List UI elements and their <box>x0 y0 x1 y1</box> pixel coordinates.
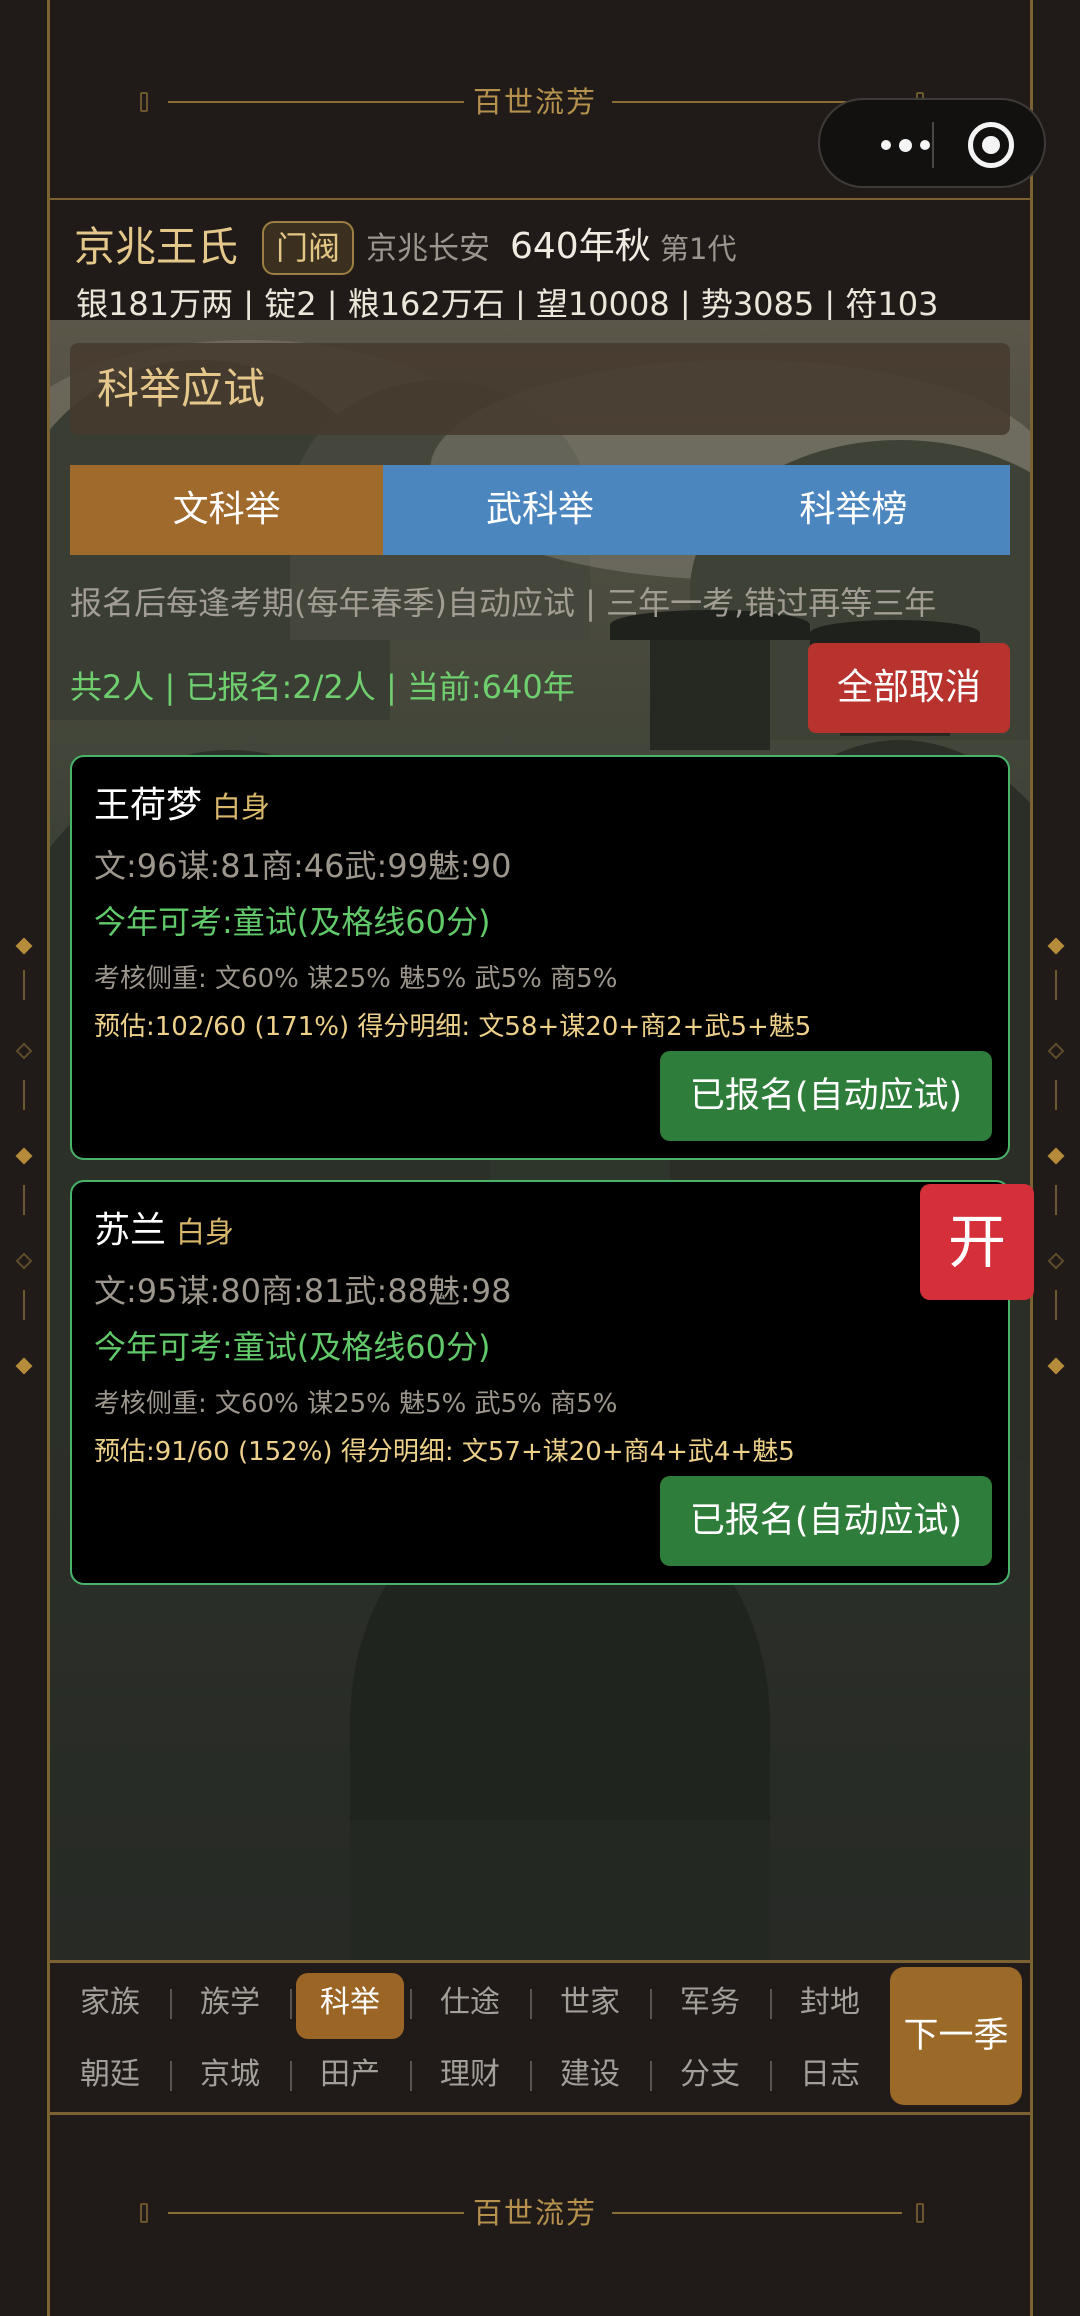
clan-header: 京兆王氏 门阀 京兆长安 640年秋 第1代 银181万两 | 锭2 | 粮16… <box>50 200 1030 323</box>
section-title: 科举应试 <box>97 364 266 413</box>
right-ornament <box>1036 930 1076 1380</box>
candidate-attributes: 文:95谋:80商:81武:88魅:98 <box>94 1272 512 1310</box>
nav-item-noble-families[interactable]: 世家 <box>530 1973 650 2033</box>
location-text: 京兆长安 <box>366 231 490 267</box>
eligible-exam: 今年可考:童试(及格线60分) <box>94 1328 491 1366</box>
candidate-card: 苏兰 白身 文:95谋:80商:81武:88魅:98 今年可考:童试(及格线60分… <box>70 1180 1010 1585</box>
more-dots-icon[interactable] <box>850 130 960 160</box>
nav-item-farmland[interactable]: 田产 <box>290 2045 410 2105</box>
nav-item-family[interactable]: 家族 <box>50 1973 170 2033</box>
tab-civil-exam[interactable]: 文科举 <box>70 465 384 555</box>
bottom-nav: 家族 族学 科举 仕途 世家 军务 封地 朝廷 京城 田产 理财 建设 分支 日… <box>50 1960 1030 2112</box>
next-season-button[interactable]: 下一季 <box>890 1967 1022 2105</box>
rank-badge: 门阀 <box>262 221 355 275</box>
candidate-name-row: 苏兰 白身 <box>94 1206 234 1257</box>
candidate-card: 王荷梦 白身 文:96谋:81商:46武:99魅:90 今年可考:童试(及格线60… <box>70 755 1010 1160</box>
nav-item-court[interactable]: 朝廷 <box>50 2045 170 2105</box>
score-estimate: 预估:102/60 (171%) 得分明细: 文58+谋20+商2+武5+魅5 <box>94 1012 812 1042</box>
year-season: 640年秋 <box>510 226 651 267</box>
nav-item-capital[interactable]: 京城 <box>170 2045 290 2105</box>
registration-summary: 共2人 | 已报名:2/2人 | 当前:640年 <box>70 668 575 706</box>
candidate-name: 王荷梦 <box>94 785 203 826</box>
generation-text: 第1代 <box>660 232 737 266</box>
candidate-name-row: 王荷梦 白身 <box>94 781 270 832</box>
candidate-name: 苏兰 <box>94 1210 167 1251</box>
eligible-exam: 今年可考:童试(及格线60分) <box>94 903 491 941</box>
section-title-bar: 科举应试 <box>70 343 1010 435</box>
nav-item-clan-school[interactable]: 族学 <box>170 1973 290 2033</box>
nav-item-branch[interactable]: 分支 <box>650 2045 770 2105</box>
left-ornament <box>4 930 44 1380</box>
nav-item-exam[interactable]: 科举 <box>290 1973 410 2039</box>
tab-military-exam[interactable]: 武科举 <box>383 465 697 555</box>
nav-item-career[interactable]: 仕途 <box>410 1973 530 2033</box>
nav-item-construction[interactable]: 建设 <box>530 2045 650 2105</box>
exam-tabs: 文科举 武科举 科举榜 <box>70 465 1010 555</box>
candidate-attributes: 文:96谋:81商:46武:99魅:90 <box>94 847 512 885</box>
top-banner: 百世流芳 <box>140 82 930 122</box>
clan-name: 京兆王氏 <box>74 223 238 271</box>
app-screen: 百世流芳 京兆王氏 门阀 京兆长安 640年秋 第1代 银181万两 | 锭2 … <box>0 0 1080 2316</box>
frame-right-line <box>1030 0 1033 2316</box>
tab-exam-ranking[interactable]: 科举榜 <box>696 465 1010 555</box>
candidate-status: 白身 <box>176 1215 235 1249</box>
exam-weights: 考核侧重: 文60% 谋25% 魅5% 武5% 商5% <box>94 1389 618 1419</box>
candidate-status: 白身 <box>212 790 271 824</box>
miniprogram-capsule <box>818 98 1046 188</box>
nav-item-military[interactable]: 军务 <box>650 1973 770 2033</box>
frame-bottom-divider <box>47 2112 1033 2115</box>
nav-item-log[interactable]: 日志 <box>770 2045 890 2105</box>
registered-button[interactable]: 已报名(自动应试) <box>660 1476 992 1566</box>
nav-item-finance[interactable]: 理财 <box>410 2045 530 2105</box>
exam-weights: 考核侧重: 文60% 谋25% 魅5% 武5% 商5% <box>94 964 618 994</box>
registered-button[interactable]: 已报名(自动应试) <box>660 1051 992 1141</box>
nav-item-fief[interactable]: 封地 <box>770 1973 890 2033</box>
cancel-all-button[interactable]: 全部取消 <box>808 643 1010 733</box>
nav-row-1: 家族 族学 科举 仕途 世家 军务 封地 <box>50 1973 890 2039</box>
bottom-banner: 百世流芳 <box>140 2193 930 2233</box>
open-toggle-button[interactable]: 开 <box>920 1184 1034 1300</box>
close-target-icon[interactable] <box>968 122 1014 168</box>
score-estimate: 预估:91/60 (152%) 得分明细: 文57+谋20+商4+武4+魅5 <box>94 1437 795 1467</box>
exam-hint: 报名后每逢考期(每年春季)自动应试 | 三年一考,错过再等三年 <box>70 584 937 622</box>
nav-row-2: 朝廷 京城 田产 理财 建设 分支 日志 <box>50 2045 890 2105</box>
